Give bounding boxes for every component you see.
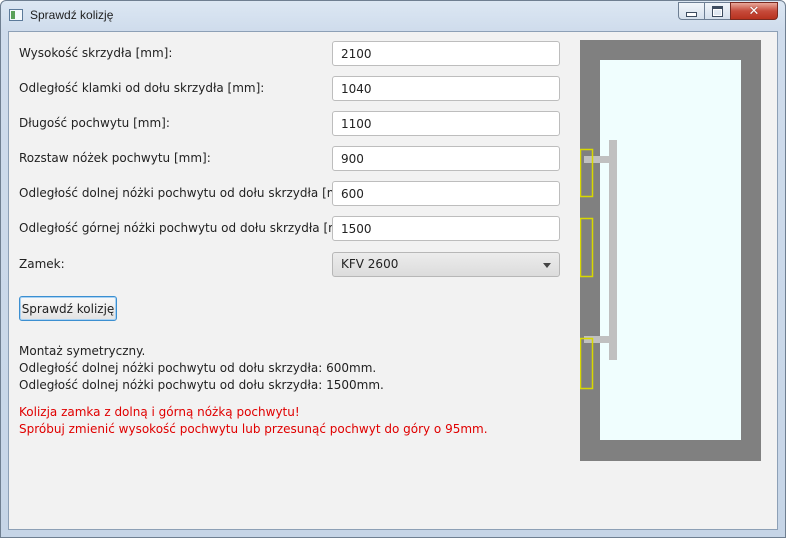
handle-distance-label: Odległość klamki od dołu skrzydła [mm]: — [19, 81, 265, 95]
grip-length-field[interactable] — [332, 111, 560, 136]
title-bar[interactable]: Sprawdź kolizję ✕ — [1, 1, 785, 31]
close-icon: ✕ — [748, 3, 760, 19]
grip-bar — [609, 140, 617, 360]
lower-leg-distance-field[interactable] — [332, 181, 560, 206]
door-glass — [600, 60, 741, 440]
check-collision-button[interactable]: Sprawdź kolizję — [19, 296, 117, 321]
result-line-upper-leg: Odległość dolnej nóżki pochwytu od dołu … — [19, 378, 384, 392]
lower-leg-distance-label: Odległość dolnej nóżki pochwytu od dołu … — [19, 186, 359, 200]
minimize-icon — [686, 11, 697, 17]
error-line-suggestion: Spróbuj zmienić wysokość pochwytu lub pr… — [19, 422, 488, 436]
result-line-mounting: Montaż symetryczny. — [19, 344, 146, 358]
dialog-body: Wysokość skrzydła [mm]: Odległość klamki… — [8, 31, 778, 530]
maximize-button[interactable] — [704, 2, 731, 20]
window-title: Sprawdź kolizję — [30, 8, 114, 22]
wing-height-field[interactable] — [332, 41, 560, 66]
grip-upper-leg — [584, 156, 617, 163]
lock-select[interactable]: KFV 2600 — [332, 252, 560, 277]
result-line-lower-leg: Odległość dolnej nóżki pochwytu od dołu … — [19, 361, 377, 375]
minimize-button[interactable] — [678, 2, 705, 20]
wing-height-label: Wysokość skrzydła [mm]: — [19, 46, 173, 60]
leg-spacing-label: Rozstaw nóżek pochwytu [mm]: — [19, 151, 211, 165]
grip-lower-leg — [584, 336, 617, 343]
chevron-down-icon — [543, 263, 551, 268]
close-button[interactable]: ✕ — [730, 2, 778, 20]
leg-spacing-field[interactable] — [332, 146, 560, 171]
upper-leg-distance-field[interactable] — [332, 216, 560, 241]
maximize-icon — [712, 5, 723, 17]
error-line-collision: Kolizja zamka z dolną i górną nóżką poch… — [19, 405, 300, 419]
upper-leg-distance-label: Odległość górnej nóżki pochwytu od dołu … — [19, 221, 361, 235]
door-preview — [579, 40, 761, 461]
grip-length-label: Długość pochwytu [mm]: — [19, 116, 170, 130]
lock-select-value: KFV 2600 — [341, 257, 399, 271]
door-preview-canvas — [579, 40, 761, 461]
handle-distance-field[interactable] — [332, 76, 560, 101]
app-icon — [9, 9, 23, 21]
app-window: Sprawdź kolizję ✕ Wysokość skrzydła [mm]… — [0, 0, 786, 538]
lock-label: Zamek: — [19, 257, 65, 271]
